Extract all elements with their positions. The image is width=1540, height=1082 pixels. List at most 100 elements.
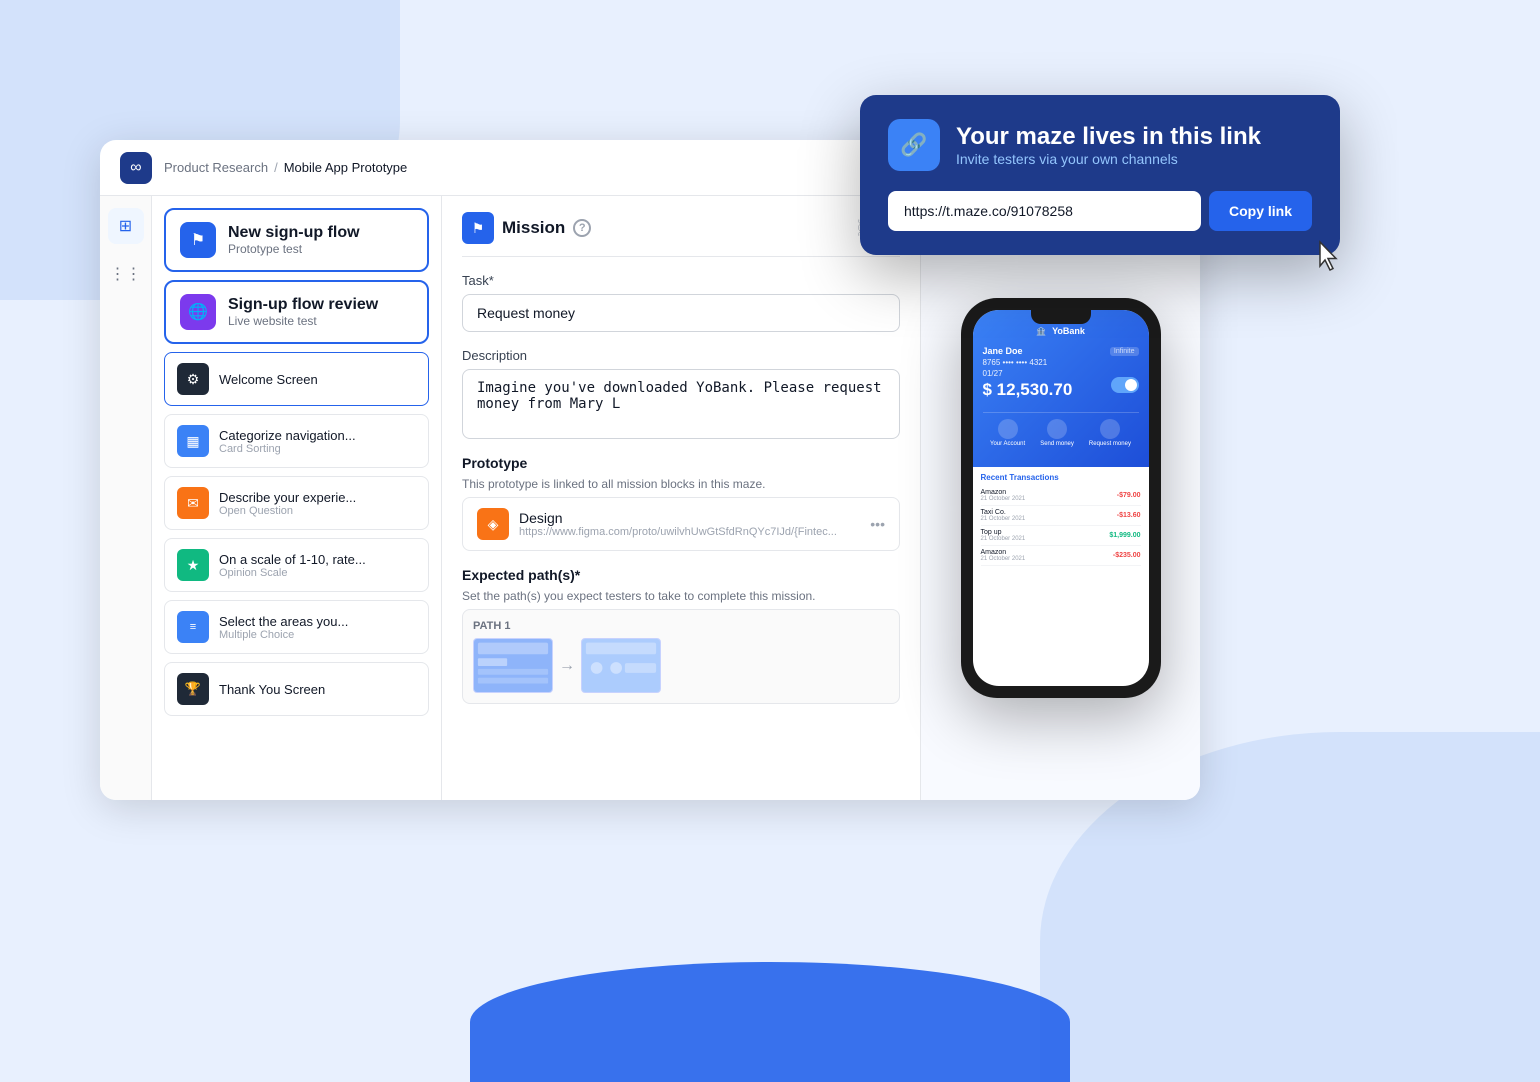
screen-rate-icon: ★ <box>177 549 209 581</box>
project-info-signup: New sign-up flow Prototype test <box>228 224 360 256</box>
path-screens: → <box>473 638 889 693</box>
trans-amount-2: -$13.60 <box>1117 512 1141 519</box>
task-section: Task* <box>462 273 900 332</box>
middle-panel: ⚑ Mission ? ⛓ ••• Task* Description Imag… <box>442 196 920 800</box>
screen-categorize-icon: ▦ <box>177 425 209 457</box>
logo-icon: ∞ <box>130 159 141 177</box>
prototype-card[interactable]: ◈ Design https://www.figma.com/proto/uwi… <box>462 497 900 551</box>
screen-select-text: Select the areas you... Multiple Choice <box>219 614 348 641</box>
app-body: ⊞ ⋮⋮ ⚑ New sign-up flow Prototype test 🌐… <box>100 196 1200 800</box>
screen-select-label: Select the areas you... <box>219 614 348 629</box>
yobank-toggle[interactable] <box>1111 377 1139 393</box>
copy-link-button[interactable]: Copy link <box>1209 191 1312 231</box>
screen-rate-label: On a scale of 1-10, rate... <box>219 552 366 567</box>
yobank-action-send[interactable]: Send money <box>1040 419 1074 447</box>
popup-icon: 🔗 <box>888 119 940 171</box>
app-logo: ∞ <box>120 152 152 184</box>
mission-panel-header: ⚑ Mission ? ⛓ ••• <box>462 212 900 257</box>
ep-desc: Set the path(s) you expect testers to ta… <box>462 589 900 603</box>
screen-welcome[interactable]: ⚙ Welcome Screen <box>164 352 429 406</box>
screen-thankyou-text: Thank You Screen <box>219 682 325 697</box>
trans-date-1: 21 October 2021 <box>981 496 1026 502</box>
trans-row-2: Taxi Co. 21 October 2021 -$13.60 <box>981 506 1141 526</box>
prototype-desc: This prototype is linked to all mission … <box>462 477 900 491</box>
app-sidebar: ⊞ ⋮⋮ <box>100 196 152 800</box>
screen-categorize-text: Categorize navigation... Card Sorting <box>219 428 356 455</box>
link-popup-icon: 🔗 <box>900 132 927 158</box>
request-icon <box>1100 419 1120 439</box>
mission-label: Mission <box>502 218 565 238</box>
sidebar-icon-apps[interactable]: ⋮⋮ <box>108 256 144 292</box>
project-card-signup[interactable]: ⚑ New sign-up flow Prototype test <box>164 208 429 272</box>
prototype-card-icon: ◈ <box>477 508 509 540</box>
yobank-status: Infinite <box>1110 347 1139 356</box>
transactions-title: Recent Transactions <box>981 473 1141 482</box>
trans-date-3: 21 October 2021 <box>981 536 1026 542</box>
sidebar-icon-grid[interactable]: ⊞ <box>108 208 144 244</box>
trans-name-1: Amazon <box>981 489 1026 496</box>
screen-thankyou-icon: 🏆 <box>177 673 209 705</box>
prototype-info: Design https://www.figma.com/proto/uwilv… <box>519 510 837 538</box>
yobank-topbar: 🏦 YoBank <box>983 326 1139 336</box>
phone-screen: 🏦 YoBank Jane Doe Infinite 8765 •••• •••… <box>973 310 1149 686</box>
prototype-more-icon[interactable]: ••• <box>870 516 885 532</box>
screen-rate-sub: Opinion Scale <box>219 567 366 579</box>
yobank-transactions: Recent Transactions Amazon 21 October 20… <box>973 467 1149 572</box>
task-label: Task* <box>462 273 900 288</box>
screen-welcome-label: Welcome Screen <box>219 372 318 387</box>
trans-info-2: Taxi Co. 21 October 2021 <box>981 509 1026 522</box>
path-screen-thumb-1 <box>473 638 553 693</box>
popup-link-input[interactable] <box>888 191 1201 231</box>
yobank-card-number: 8765 •••• •••• 4321 <box>983 358 1139 367</box>
popup-text: Your maze lives in this link Invite test… <box>956 123 1261 167</box>
popup-title: Your maze lives in this link <box>956 123 1261 151</box>
trans-date-2: 21 October 2021 <box>981 516 1026 522</box>
breadcrumb-current[interactable]: Mobile App Prototype <box>284 160 408 175</box>
screen-describe[interactable]: ✉ Describe your experie... Open Question <box>164 476 429 530</box>
screen-thankyou-label: Thank You Screen <box>219 682 325 697</box>
trans-row-4: Amazon 21 October 2021 -$235.00 <box>981 546 1141 566</box>
prototype-title: Prototype <box>462 455 900 471</box>
left-panel: ⚑ New sign-up flow Prototype test 🌐 Sign… <box>152 196 442 800</box>
link-popup: 🔗 Your maze lives in this link Invite te… <box>860 95 1340 255</box>
trans-date-4: 21 October 2021 <box>981 556 1026 562</box>
prototype-section: Prototype This prototype is linked to al… <box>462 455 900 551</box>
yobank-flag-icon: 🏦 <box>1036 327 1046 336</box>
yobank-username: Jane Doe <box>983 346 1023 356</box>
screen-categorize-sub: Card Sorting <box>219 443 356 455</box>
yobank-actions: Your Account Send money Request money <box>983 412 1139 453</box>
screen-select-sub: Multiple Choice <box>219 629 348 641</box>
screen-categorize-label: Categorize navigation... <box>219 428 356 443</box>
action-account-label: Your Account <box>990 441 1025 447</box>
yobank-header: 🏦 YoBank Jane Doe Infinite 8765 •••• •••… <box>973 310 1149 467</box>
task-input[interactable] <box>462 294 900 332</box>
screen-welcome-icon: ⚙ <box>177 363 209 395</box>
prototype-url: https://www.figma.com/proto/uwilvhUwGtSf… <box>519 526 837 538</box>
project-icon-signup: ⚑ <box>180 222 216 258</box>
project-card-review[interactable]: 🌐 Sign-up flow review Live website test <box>164 280 429 344</box>
phone-notch <box>1031 310 1091 324</box>
project-sub-signup: Prototype test <box>228 242 360 256</box>
trans-row-3: Top up 21 October 2021 $1,999.00 <box>981 526 1141 546</box>
expected-paths-section: Expected path(s)* Set the path(s) you ex… <box>462 567 900 704</box>
description-textarea[interactable]: Imagine you've downloaded YoBank. Please… <box>462 369 900 439</box>
send-icon <box>1047 419 1067 439</box>
screen-categorize[interactable]: ▦ Categorize navigation... Card Sorting <box>164 414 429 468</box>
yobank-action-account[interactable]: Your Account <box>990 419 1025 447</box>
yobank-action-request[interactable]: Request money <box>1089 419 1131 447</box>
trans-info-1: Amazon 21 October 2021 <box>981 489 1026 502</box>
trans-name-2: Taxi Co. <box>981 509 1026 516</box>
screen-rate[interactable]: ★ On a scale of 1-10, rate... Opinion Sc… <box>164 538 429 592</box>
breadcrumb-parent[interactable]: Product Research <box>164 160 268 175</box>
trans-amount-1: -$79.00 <box>1117 492 1141 499</box>
project-sub-review: Live website test <box>228 314 378 328</box>
trans-amount-4: -$235.00 <box>1113 552 1141 559</box>
screen-select[interactable]: ≡ Select the areas you... Multiple Choic… <box>164 600 429 654</box>
mission-help-icon[interactable]: ? <box>573 219 591 237</box>
path-arrow-icon: → <box>559 657 575 675</box>
screen-rate-text: On a scale of 1-10, rate... Opinion Scal… <box>219 552 366 579</box>
account-icon <box>998 419 1018 439</box>
screen-thankyou[interactable]: 🏆 Thank You Screen <box>164 662 429 716</box>
screen-describe-sub: Open Question <box>219 505 356 517</box>
screen-describe-icon: ✉ <box>177 487 209 519</box>
